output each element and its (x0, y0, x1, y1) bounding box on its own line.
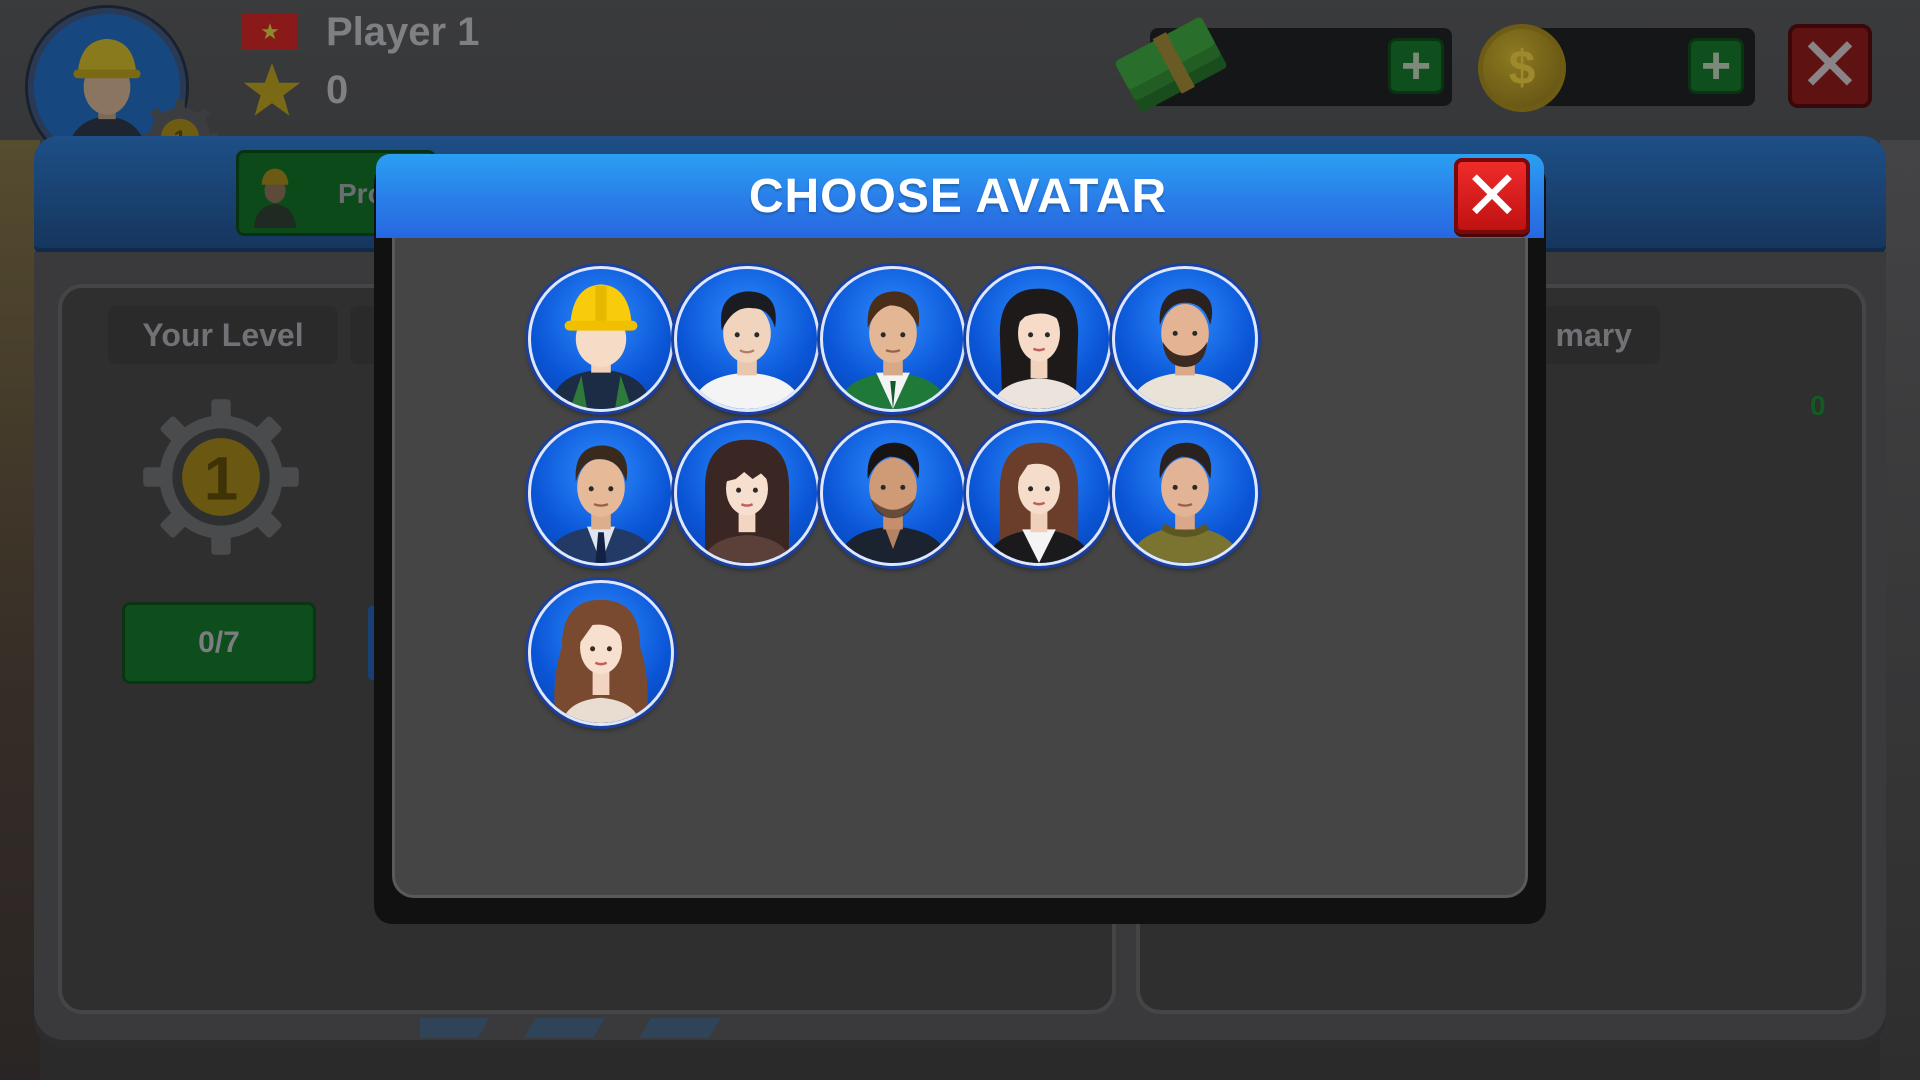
woman-icon (991, 288, 1087, 409)
avatar-option-man-dark-shirt[interactable] (820, 420, 966, 566)
dialog-title: CHOOSE AVATAR (748, 169, 1168, 223)
woman-wavy-hair-icon (554, 599, 648, 723)
businessman-icon (545, 445, 657, 563)
cash-stack-icon (1115, 17, 1227, 112)
flag-star: ★ (260, 19, 280, 44)
level-badge-gear-icon: 1 (143, 399, 299, 555)
woman-bangs-icon (702, 439, 792, 563)
bearded-man-icon (1129, 288, 1241, 409)
add-cash-button[interactable]: + (1388, 38, 1444, 94)
man-dark-shirt-icon (837, 442, 949, 563)
coin-icon: $ (1478, 24, 1566, 112)
country-flag-icon: ★ (242, 14, 298, 50)
man-sweater-icon (1129, 442, 1241, 563)
avatar-option-businessman[interactable] (528, 420, 674, 566)
young-man-icon (691, 291, 803, 409)
construction-worker-icon (550, 284, 652, 409)
summary-value: 0 (1810, 390, 1826, 421)
level-progress-button[interactable]: 0/7 (122, 602, 316, 684)
avatar-option-woman-wavy-hair[interactable] (528, 580, 674, 726)
avatar-option-woman-bangs[interactable] (674, 420, 820, 566)
tab-summary[interactable]: mary (1530, 306, 1660, 364)
level-number: 1 (204, 445, 238, 514)
close-screen-button[interactable]: ✕ (1788, 24, 1872, 108)
avatar-option-woman-blazer[interactable] (966, 420, 1112, 566)
avatar-option-bearded-man[interactable] (1112, 266, 1258, 412)
avatar-option-woman[interactable] (966, 266, 1112, 412)
worker-tab-icon (253, 168, 297, 228)
add-coins-button[interactable]: + (1688, 38, 1744, 94)
player-score: 0 (326, 68, 349, 112)
man-vest-icon (837, 291, 949, 409)
decorative-stripes (420, 1018, 750, 1038)
avatar-option-man-sweater[interactable] (1112, 420, 1258, 566)
player-name: Player 1 (326, 10, 480, 54)
choose-avatar-dialog: CHOOSE AVATAR ✕ (374, 154, 1546, 924)
avatar-option-young-man[interactable] (674, 266, 820, 412)
tab-your-level[interactable]: Your Level (108, 306, 338, 364)
avatar-option-worker[interactable] (528, 266, 674, 412)
close-dialog-button[interactable]: ✕ (1454, 158, 1530, 234)
woman-blazer-icon (985, 442, 1093, 563)
avatar-option-man-vest[interactable] (820, 266, 966, 412)
background-scene-right (1880, 140, 1920, 1080)
star-icon (243, 63, 301, 116)
